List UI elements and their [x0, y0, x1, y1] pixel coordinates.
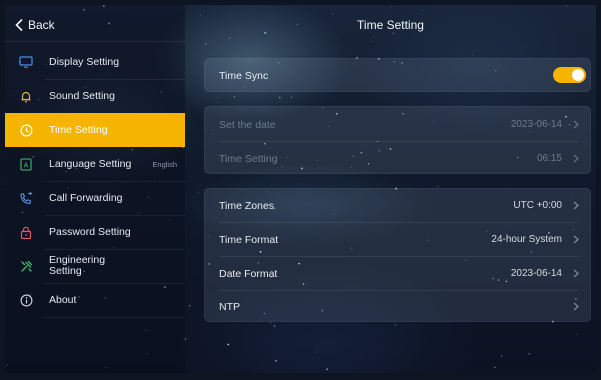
star [370, 41, 372, 42]
language-icon: A [19, 157, 33, 171]
app-screen: Back Display Setting Sound Setting Time … [5, 5, 596, 373]
star [391, 7, 393, 9]
star [528, 353, 530, 355]
set-date-label: Set the date [219, 118, 276, 131]
chevron-right-icon [573, 235, 579, 244]
star [373, 36, 375, 38]
chevron-right-icon [573, 302, 579, 311]
sidebar-item-label: About [49, 293, 77, 306]
time-zones-label: Time Zones [219, 199, 275, 212]
time-sync-card: Time Sync [204, 58, 591, 92]
monitor-icon [19, 55, 33, 69]
star [394, 324, 396, 326]
bell-icon [19, 89, 33, 103]
sidebar-item-label: Call Forwarding [49, 191, 123, 204]
chevron-right-icon [573, 154, 579, 163]
clock-icon [19, 123, 33, 137]
lock-icon [19, 225, 33, 239]
star [565, 5, 567, 7]
star [290, 96, 293, 98]
time-format-row[interactable]: Time Format 24-hour System [205, 223, 592, 256]
sidebar-item-password[interactable]: Password Setting [5, 215, 185, 249]
chevron-right-icon [573, 201, 579, 210]
back-label: Back [28, 18, 55, 32]
time-options-card: Time Zones UTC +0:00 Time Format 24-hour… [204, 188, 591, 322]
chevron-right-icon [573, 269, 579, 278]
star [471, 54, 473, 56]
set-time-value: 06:15 [536, 153, 562, 164]
sidebar-item-label: Sound Setting [49, 89, 115, 102]
ntp-row[interactable]: NTP [205, 290, 592, 323]
sidebar-item-sound[interactable]: Sound Setting [5, 79, 185, 113]
tools-icon [19, 259, 33, 273]
sidebar-item-engineering[interactable]: Engineering Setting [5, 249, 185, 283]
sidebar-item-label: Display Setting [49, 55, 120, 68]
set-time-row[interactable]: Time Setting 06:15 [205, 142, 592, 175]
page-title: Time Setting [357, 18, 424, 32]
star [188, 304, 191, 307]
sidebar-item-time[interactable]: Time Setting [5, 113, 185, 147]
sidebar-separator [45, 317, 185, 318]
star [217, 96, 219, 98]
star [421, 10, 422, 11]
star [576, 333, 578, 335]
star [274, 359, 277, 362]
sidebar-item-about[interactable]: About [5, 283, 185, 317]
time-format-label: Time Format [219, 233, 279, 246]
time-format-value: 24-hour System [491, 234, 562, 245]
sidebar-item-language[interactable]: A Language Setting English [5, 147, 185, 181]
toggle-knob [572, 69, 584, 81]
time-sync-toggle[interactable] [553, 67, 586, 83]
date-format-value: 2023-06-14 [510, 268, 562, 279]
sidebar-item-display[interactable]: Display Setting [5, 45, 185, 79]
sidebar-divider [5, 41, 185, 42]
sidebar-item-label: Password Setting [49, 225, 131, 238]
sidebar-item-label: Engineering Setting [49, 255, 105, 277]
sidebar-item-label-line2: Setting [49, 265, 82, 277]
chevron-left-icon [15, 19, 23, 31]
phone-forward-icon [19, 191, 33, 205]
date-format-label: Date Format [219, 267, 278, 280]
date-format-row[interactable]: Date Format 2023-06-14 [205, 257, 592, 290]
time-zones-value: UTC +0:00 [513, 200, 562, 211]
time-zones-row[interactable]: Time Zones UTC +0:00 [205, 189, 592, 222]
manual-time-card: Set the date 2023-06-14 Time Setting 06:… [204, 106, 591, 174]
set-date-value: 2023-06-14 [510, 119, 562, 130]
ntp-label: NTP [219, 300, 240, 313]
star [233, 96, 235, 98]
star [278, 96, 281, 99]
svg-text:A: A [24, 162, 29, 169]
star [205, 42, 207, 45]
star [437, 185, 439, 187]
set-time-label: Time Setting [219, 152, 278, 165]
sidebar-item-label: Time Setting [49, 123, 108, 136]
time-sync-label: Time Sync [219, 69, 269, 82]
sidebar: Back Display Setting Sound Setting Time … [5, 5, 185, 373]
current-language: English [152, 159, 177, 169]
star [501, 355, 503, 357]
star [273, 325, 276, 327]
back-button[interactable]: Back [15, 14, 55, 36]
star [326, 368, 328, 371]
star [229, 37, 231, 39]
sidebar-item-call-forwarding[interactable]: Call Forwarding [5, 181, 185, 215]
sidebar-item-label: Language Setting [49, 157, 132, 170]
set-date-row[interactable]: Set the date 2023-06-14 [205, 108, 592, 141]
time-sync-row: Time Sync [205, 59, 592, 92]
info-icon [19, 293, 33, 307]
star [227, 343, 230, 346]
star [198, 192, 200, 194]
star [316, 351, 318, 353]
chevron-right-icon [573, 120, 579, 129]
star [493, 366, 496, 369]
